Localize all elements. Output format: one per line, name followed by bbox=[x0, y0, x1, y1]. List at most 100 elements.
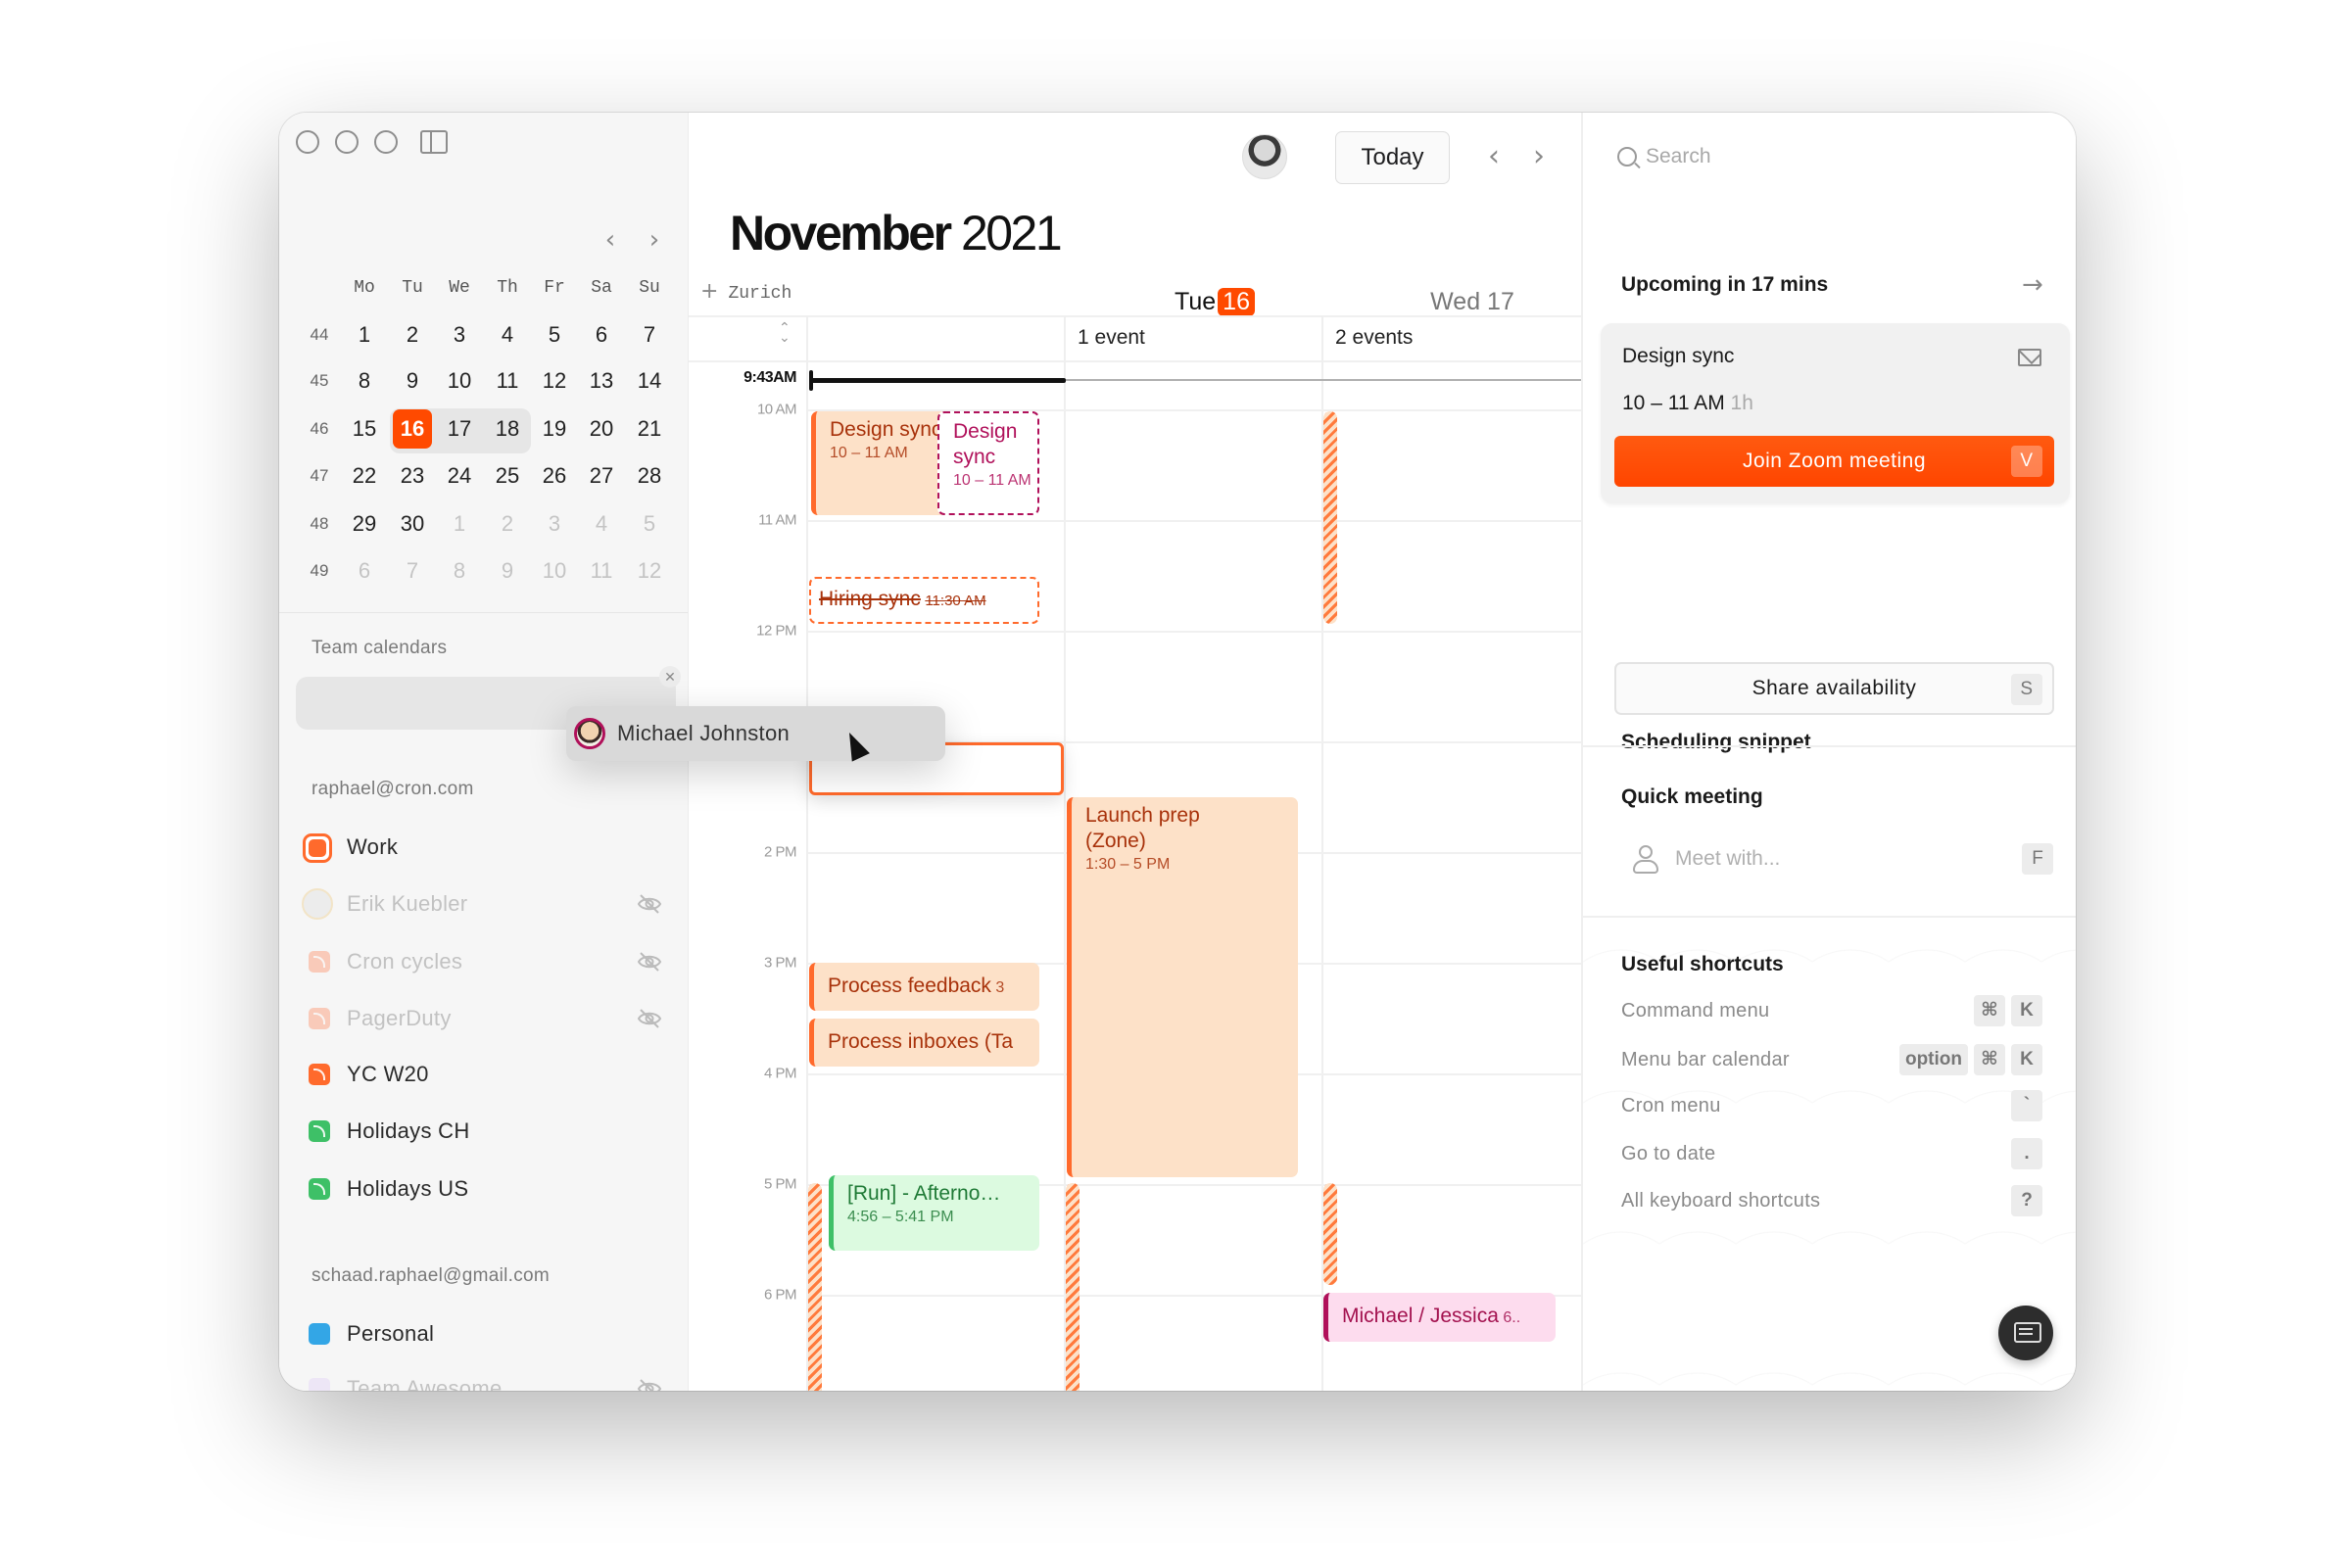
mini-calendar-day[interactable]: 2 bbox=[393, 315, 432, 355]
mini-calendar-day[interactable]: 7 bbox=[393, 551, 432, 591]
mini-calendar-day[interactable]: 21 bbox=[630, 409, 669, 449]
eye-off-icon[interactable] bbox=[637, 892, 662, 916]
shortcut-row[interactable]: Menu bar calendar option ⌘ K bbox=[1621, 1043, 2042, 1076]
arrow-right-icon[interactable]: → bbox=[2022, 270, 2043, 300]
rss-feed-icon[interactable] bbox=[309, 1178, 330, 1200]
work-checkbox-icon[interactable] bbox=[303, 833, 332, 863]
today-button[interactable]: Today bbox=[1335, 131, 1450, 184]
calendar-item-work[interactable]: Work bbox=[279, 825, 689, 870]
calendar-item-erik-kuebler[interactable]: Erik Kuebler bbox=[279, 881, 689, 927]
calendar-item-holidays-us[interactable]: Holidays US bbox=[279, 1166, 689, 1212]
calendar-item-team-awesome[interactable]: Team Awesome bbox=[279, 1366, 689, 1391]
mini-calendar-prev-icon[interactable]: ‹ bbox=[605, 227, 615, 253]
mini-calendar-day[interactable]: 3 bbox=[535, 504, 574, 544]
mini-calendar-day[interactable]: 25 bbox=[488, 456, 527, 496]
shortcut-row[interactable]: All keyboard shortcuts? bbox=[1621, 1184, 2042, 1217]
rss-feed-icon[interactable] bbox=[309, 1120, 330, 1142]
window-zoom-button[interactable] bbox=[374, 130, 398, 154]
mini-calendar-day[interactable]: 26 bbox=[535, 456, 574, 496]
calendar-item-personal[interactable]: Personal bbox=[279, 1311, 689, 1356]
event-run-afternoon[interactable]: [Run] - Afterno… 4:56 – 5:41 PM bbox=[829, 1175, 1039, 1251]
mini-calendar-day[interactable]: 18 bbox=[488, 409, 527, 449]
shortcut-row[interactable]: Go to date. bbox=[1621, 1137, 2042, 1170]
mini-calendar-day[interactable]: 13 bbox=[582, 361, 621, 401]
mini-calendar-day[interactable]: 6 bbox=[582, 315, 621, 355]
mini-calendar-day[interactable]: 19 bbox=[535, 409, 574, 449]
chat-support-button[interactable] bbox=[1998, 1306, 2053, 1360]
event-design-sync-tentative[interactable]: Design sync 10 – 11 AM bbox=[937, 411, 1039, 515]
rss-feed-icon[interactable] bbox=[309, 1008, 330, 1029]
event-process-inboxes[interactable]: Process inboxes (Ta bbox=[809, 1019, 1039, 1067]
mini-calendar-day[interactable]: 17 bbox=[440, 409, 479, 449]
prev-week-icon[interactable]: ‹ bbox=[1488, 142, 1500, 171]
mini-calendar-day[interactable]: 5 bbox=[630, 504, 669, 544]
day-header-tue[interactable]: Tue 16 bbox=[1175, 288, 1255, 316]
mini-calendar-day[interactable]: 1 bbox=[440, 504, 479, 544]
calendar-item-holidays-ch[interactable]: Holidays CH bbox=[279, 1109, 689, 1154]
calendar-item-cron-cycles[interactable]: Cron cycles bbox=[279, 939, 689, 984]
window-close-button[interactable] bbox=[296, 130, 319, 154]
mini-calendar-day[interactable]: 1 bbox=[345, 315, 384, 355]
mini-calendar-day[interactable]: 28 bbox=[630, 456, 669, 496]
color-square-icon[interactable] bbox=[309, 1378, 330, 1391]
mini-calendar-next-icon[interactable]: › bbox=[649, 227, 659, 253]
mini-calendar-day[interactable]: 2 bbox=[488, 504, 527, 544]
sidebar-toggle-icon[interactable] bbox=[420, 130, 448, 154]
all-day-summary-wed[interactable]: 1 event bbox=[1078, 326, 1145, 350]
join-zoom-button[interactable]: Join Zoom meeting V bbox=[1614, 436, 2054, 487]
event-launch-prep[interactable]: Launch prep (Zone) 1:30 – 5 PM bbox=[1067, 797, 1298, 1177]
mini-calendar-day[interactable]: 29 bbox=[345, 504, 384, 544]
calendar-item-pagerduty[interactable]: PagerDuty bbox=[279, 996, 689, 1041]
mini-calendar-day[interactable]: 27 bbox=[582, 456, 621, 496]
day-header-wed[interactable]: Wed 17 bbox=[1430, 288, 1514, 316]
mini-calendar-day[interactable]: 10 bbox=[440, 361, 479, 401]
upcoming-event-card[interactable]: Design sync 10 – 11 AM 1h Join Zoom meet… bbox=[1601, 323, 2070, 503]
event-design-sync[interactable]: Design sync 10 – 11 AM bbox=[811, 411, 948, 515]
event-hiring-sync-declined[interactable]: Hiring sync 11:30 AM bbox=[809, 577, 1039, 624]
calendar-item-yc-w20[interactable]: YC W20 bbox=[279, 1052, 689, 1097]
clear-input-icon[interactable]: ✕ bbox=[659, 666, 681, 688]
mini-calendar-day[interactable]: 24 bbox=[440, 456, 479, 496]
expand-all-day-icon[interactable]: ⌃ ⌄ bbox=[779, 320, 791, 344]
mini-calendar-day[interactable]: 23 bbox=[393, 456, 432, 496]
mail-icon[interactable] bbox=[2018, 349, 2041, 366]
share-availability-button[interactable]: Share availability S bbox=[1614, 662, 2054, 715]
shortcut-row[interactable]: Cron menu ` bbox=[1621, 1089, 2042, 1122]
mini-calendar-day[interactable]: 3 bbox=[440, 315, 479, 355]
mini-calendar-day[interactable]: 8 bbox=[440, 551, 479, 591]
eye-off-icon[interactable] bbox=[637, 1377, 662, 1391]
mini-calendar-day[interactable]: 4 bbox=[582, 504, 621, 544]
rss-feed-icon[interactable] bbox=[309, 1064, 330, 1085]
window-minimize-button[interactable] bbox=[335, 130, 359, 154]
mini-calendar-day[interactable]: 30 bbox=[393, 504, 432, 544]
mini-calendar-day[interactable]: 14 bbox=[630, 361, 669, 401]
mini-calendar-day[interactable]: 22 bbox=[345, 456, 384, 496]
mini-calendar-day[interactable]: 8 bbox=[345, 361, 384, 401]
all-day-summary-thu[interactable]: 2 events bbox=[1335, 326, 1413, 350]
mini-calendar-day[interactable]: 11 bbox=[582, 551, 621, 591]
event-michael-jessica[interactable]: Michael / Jessica 6.. bbox=[1323, 1293, 1556, 1342]
mini-calendar-day[interactable]: 11 bbox=[488, 361, 527, 401]
mini-calendar-day[interactable]: 12 bbox=[535, 361, 574, 401]
add-timezone-icon[interactable]: + bbox=[700, 279, 718, 304]
mini-calendar-day[interactable]: 4 bbox=[488, 315, 527, 355]
mini-calendar-day[interactable]: 10 bbox=[535, 551, 574, 591]
meet-with-field[interactable]: F bbox=[1632, 839, 2053, 879]
search-input[interactable] bbox=[1646, 138, 2038, 175]
mini-calendar-day[interactable]: 9 bbox=[393, 361, 432, 401]
eye-off-icon[interactable] bbox=[637, 950, 662, 974]
shortcut-row[interactable]: Command menu ⌘ K bbox=[1621, 994, 2042, 1027]
mini-calendar-day[interactable]: 5 bbox=[535, 315, 574, 355]
mini-calendar-day[interactable]: 7 bbox=[630, 315, 669, 355]
mini-calendar-day[interactable]: 9 bbox=[488, 551, 527, 591]
meet-with-input[interactable] bbox=[1675, 839, 1989, 879]
next-week-icon[interactable]: › bbox=[1533, 142, 1545, 171]
mini-calendar-day[interactable]: 12 bbox=[630, 551, 669, 591]
mini-calendar-day[interactable]: 16 bbox=[393, 409, 432, 449]
rss-feed-icon[interactable] bbox=[309, 951, 330, 973]
eye-off-icon[interactable] bbox=[637, 1007, 662, 1030]
mini-calendar-day[interactable]: 20 bbox=[582, 409, 621, 449]
mini-calendar-day[interactable]: 6 bbox=[345, 551, 384, 591]
mini-calendar-day[interactable]: 15 bbox=[345, 409, 384, 449]
color-square-icon[interactable] bbox=[309, 1323, 330, 1345]
